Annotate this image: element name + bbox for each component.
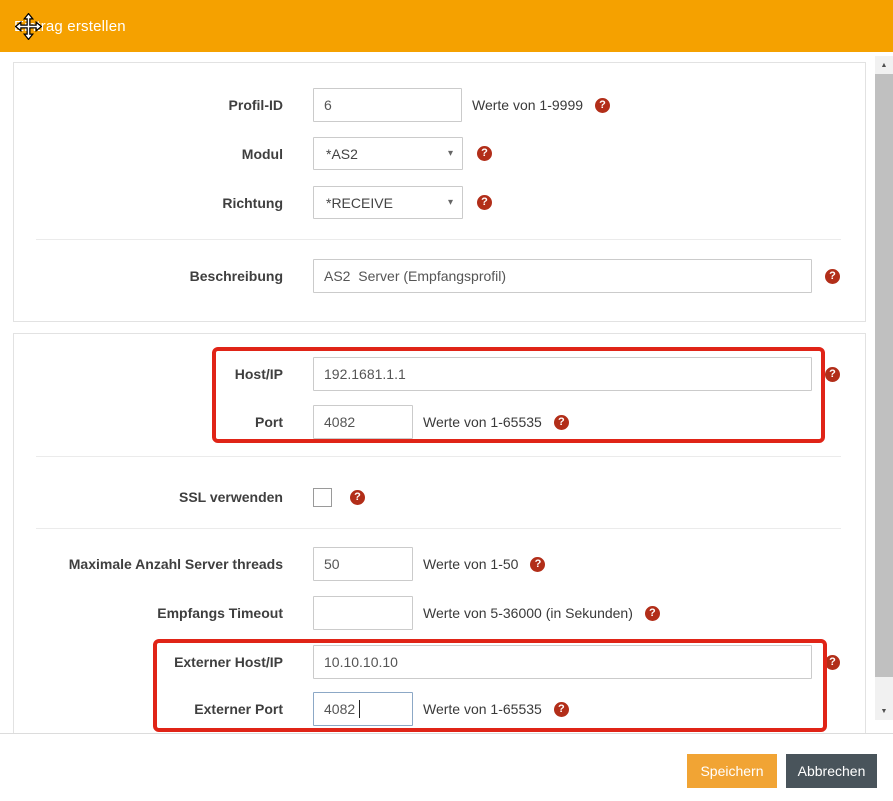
help-icon[interactable]: ? [825, 269, 840, 284]
timeout-hint: Werte von 5-36000 (in Sekunden) [423, 605, 633, 621]
beschreibung-label: Beschreibung [14, 268, 283, 284]
help-icon[interactable]: ? [645, 606, 660, 621]
help-icon[interactable]: ? [477, 195, 492, 210]
profil-id-input[interactable] [313, 88, 462, 122]
chevron-down-icon: ▾ [448, 197, 453, 208]
timeout-row: Empfangs Timeout Werte von 5-36000 (in S… [14, 596, 865, 630]
profil-id-hint: Werte von 1-9999 [472, 97, 583, 113]
ext-host-ip-row: Externer Host/IP ? [14, 645, 865, 679]
separator [36, 456, 841, 457]
help-icon[interactable]: ? [595, 98, 610, 113]
richtung-select[interactable]: *RECEIVE ▾ [313, 186, 463, 219]
help-icon[interactable]: ? [350, 490, 365, 505]
ssl-label: SSL verwenden [14, 489, 283, 505]
scroll-up-icon[interactable]: ▲ [875, 56, 893, 74]
separator [36, 528, 841, 529]
server-panel: Host/IP ? Port Werte von 1-65535 ? SSL v… [13, 333, 866, 733]
host-ip-row: Host/IP ? [14, 357, 865, 391]
save-button[interactable]: Speichern [687, 754, 777, 788]
max-threads-label: Maximale Anzahl Server threads [14, 556, 283, 572]
richtung-label: Richtung [14, 195, 283, 211]
vertical-scrollbar[interactable]: ▲ ▼ [875, 56, 893, 720]
scroll-down-icon[interactable]: ▼ [875, 702, 893, 720]
richtung-select-value: *RECEIVE [326, 195, 393, 211]
profil-id-row: Profil-ID Werte von 1-9999 ? [14, 88, 865, 122]
dialog-titlebar[interactable]: Eintrag erstellen [0, 0, 893, 52]
ssl-checkbox[interactable] [313, 488, 332, 507]
host-ip-input[interactable] [313, 357, 812, 391]
scrollbar-thumb[interactable] [875, 74, 893, 677]
max-threads-hint: Werte von 1-50 [423, 556, 518, 572]
ext-port-hint: Werte von 1-65535 [423, 701, 542, 717]
modul-select-value: *AS2 [326, 146, 358, 162]
cancel-button[interactable]: Abbrechen [786, 754, 877, 788]
modul-select[interactable]: *AS2 ▾ [313, 137, 463, 170]
help-icon[interactable]: ? [554, 415, 569, 430]
max-threads-row: Maximale Anzahl Server threads Werte von… [14, 547, 865, 581]
beschreibung-input[interactable] [313, 259, 812, 293]
richtung-row: Richtung *RECEIVE ▾ ? [14, 186, 865, 219]
help-icon[interactable]: ? [477, 146, 492, 161]
help-icon[interactable]: ? [554, 702, 569, 717]
profil-id-label: Profil-ID [14, 97, 283, 113]
host-ip-label: Host/IP [14, 366, 283, 382]
ssl-row: SSL verwenden ? [14, 480, 865, 514]
ext-host-ip-input[interactable] [313, 645, 812, 679]
port-input[interactable] [313, 405, 413, 439]
port-row: Port Werte von 1-65535 ? [14, 405, 865, 439]
footer-divider [0, 733, 893, 734]
help-icon[interactable]: ? [825, 655, 840, 670]
timeout-input[interactable] [313, 596, 413, 630]
beschreibung-row: Beschreibung ? [14, 259, 865, 293]
move-cursor-icon [15, 13, 42, 40]
port-label: Port [14, 414, 283, 430]
help-icon[interactable]: ? [825, 367, 840, 382]
separator [36, 239, 841, 240]
modul-label: Modul [14, 146, 283, 162]
max-threads-input[interactable] [313, 547, 413, 581]
profile-panel: Profil-ID Werte von 1-9999 ? Modul *AS2 … [13, 62, 866, 322]
ext-port-input[interactable] [313, 692, 413, 726]
ext-port-row: Externer Port Werte von 1-65535 ? [14, 692, 865, 726]
chevron-down-icon: ▾ [448, 148, 453, 159]
port-hint: Werte von 1-65535 [423, 414, 542, 430]
modul-row: Modul *AS2 ▾ ? [14, 137, 865, 170]
help-icon[interactable]: ? [530, 557, 545, 572]
ext-host-ip-label: Externer Host/IP [14, 654, 283, 670]
ext-port-label: Externer Port [14, 701, 283, 717]
timeout-label: Empfangs Timeout [14, 605, 283, 621]
